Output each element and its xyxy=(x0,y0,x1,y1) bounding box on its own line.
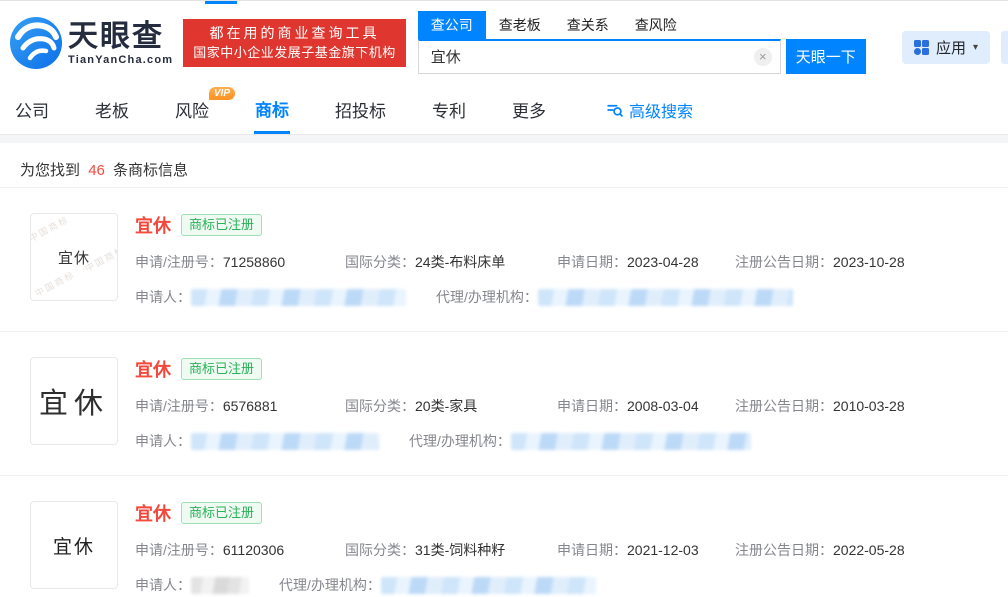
applicant-label: 申请人： xyxy=(135,287,191,307)
pub-date-label: 注册公告日期： xyxy=(735,398,833,414)
reg-no-value: 61120306 xyxy=(223,542,284,558)
trademark-name[interactable]: 宜休 xyxy=(135,356,171,382)
intl-class-label: 国际分类： xyxy=(345,398,415,414)
agency-label: 代理/办理机构： xyxy=(279,575,381,595)
apply-date-label: 申请日期： xyxy=(557,254,627,270)
search-tab-company[interactable]: 查公司 xyxy=(418,11,486,39)
results-summary: 为您找到 46 条商标信息 xyxy=(0,143,1008,187)
trademark-name[interactable]: 宜休 xyxy=(135,212,171,238)
search-tab-boss[interactable]: 查老板 xyxy=(486,11,554,39)
apply-date-value: 2023-04-28 xyxy=(627,254,699,270)
promo-line2: 国家中小企业发展子基金旗下机构 xyxy=(193,43,396,62)
search-module: 查公司 查老板 查关系 查风险 × 天眼一下 xyxy=(418,13,866,74)
pub-date-label: 注册公告日期： xyxy=(735,254,833,270)
nav-tab-risk[interactable]: 风险 VIP xyxy=(174,85,210,134)
trademark-image[interactable]: 宜休 xyxy=(30,501,118,589)
intl-class-label: 国际分类： xyxy=(345,542,415,558)
pub-date-value: 2010-03-28 xyxy=(833,398,905,414)
summary-suffix: 条商标信息 xyxy=(113,162,188,179)
apply-date-value: 2008-03-04 xyxy=(627,398,699,414)
advanced-search-icon xyxy=(606,101,623,118)
applicant-label: 申请人： xyxy=(135,575,191,595)
trademark-image[interactable]: 中国商标 中国商标 中国商标 宜休 xyxy=(30,213,118,301)
redacted-agency xyxy=(538,289,793,306)
agency-label: 代理/办理机构： xyxy=(436,287,538,307)
intl-class-value: 31类-饲料种籽 xyxy=(415,542,505,558)
nav-tab-trademark[interactable]: 商标 xyxy=(254,85,290,134)
redacted-applicant xyxy=(191,577,249,594)
top-accent-bar xyxy=(205,1,237,4)
search-tab-risk[interactable]: 查风险 xyxy=(622,11,690,39)
tianyancha-logo-icon xyxy=(10,17,62,69)
nav-tabs: 公司 老板 风险 VIP 商标 招投标 专利 更多 高级搜索 xyxy=(0,85,1008,135)
intl-class-label: 国际分类： xyxy=(345,254,415,270)
trademark-image-text: 宜休 xyxy=(39,380,109,422)
status-badge: 商标已注册 xyxy=(181,214,262,236)
search-tabs: 查公司 查老板 查关系 查风险 xyxy=(418,13,866,39)
watermark-text: 中国商标 xyxy=(30,213,71,245)
status-badge: 商标已注册 xyxy=(181,358,262,380)
applicant-label: 申请人： xyxy=(135,431,191,451)
redacted-agency xyxy=(381,577,596,594)
chevron-down-icon: ▾ xyxy=(973,42,978,53)
redacted-agency xyxy=(511,433,751,450)
trademark-image[interactable]: 宜休 xyxy=(30,357,118,445)
results-count: 46 xyxy=(88,162,105,179)
intl-class-value: 20类-家具 xyxy=(415,398,477,414)
watermark-text: 中国商标 xyxy=(33,267,78,299)
trademark-name[interactable]: 宜休 xyxy=(135,500,171,526)
nav-tab-more[interactable]: 更多 xyxy=(511,85,547,134)
apps-button-label: 应用 xyxy=(936,37,966,58)
nav-tab-company[interactable]: 公司 xyxy=(14,85,50,134)
nav-tab-bidding[interactable]: 招投标 xyxy=(334,85,387,134)
search-input[interactable] xyxy=(419,41,780,73)
header: 天眼查 TianYanCha.com 都在用的商业查询工具 国家中小企业发展子基… xyxy=(0,1,1008,85)
trademark-image-text: 宜休 xyxy=(53,532,95,559)
page: 天眼查 TianYanCha.com 都在用的商业查询工具 国家中小企业发展子基… xyxy=(0,0,1008,597)
trademark-card: 宜休 宜休 商标已注册 申请/注册号：6576881 国际分类：20类-家具 申… xyxy=(0,332,1008,476)
reg-no-label: 申请/注册号： xyxy=(135,398,223,414)
apps-grid-icon xyxy=(914,40,929,55)
nav-tab-boss[interactable]: 老板 xyxy=(94,85,130,134)
vip-badge: VIP xyxy=(209,87,235,100)
apply-date-label: 申请日期： xyxy=(557,542,627,558)
logo-title: 天眼查 xyxy=(68,21,173,53)
apply-date-label: 申请日期： xyxy=(557,398,627,414)
redacted-applicant xyxy=(191,289,406,306)
trademark-card: 中国商标 中国商标 中国商标 宜休 宜休 商标已注册 申请/注册号：712588… xyxy=(0,188,1008,332)
apps-button[interactable]: 应用 ▾ xyxy=(902,31,990,64)
search-button[interactable]: 天眼一下 xyxy=(786,39,866,74)
section-separator xyxy=(0,135,1008,143)
pub-date-value: 2022-05-28 xyxy=(833,542,905,558)
reg-no-label: 申请/注册号： xyxy=(135,542,223,558)
agency-label: 代理/办理机构： xyxy=(409,431,511,451)
reg-no-value: 71258860 xyxy=(223,254,285,270)
promo-line1: 都在用的商业查询工具 xyxy=(193,24,396,43)
promo-banner: 都在用的商业查询工具 国家中小企业发展子基金旗下机构 xyxy=(183,19,406,67)
search-tab-relation[interactable]: 查关系 xyxy=(554,11,622,39)
nav-tab-patent[interactable]: 专利 xyxy=(431,85,467,134)
logo-subtitle: TianYanCha.com xyxy=(68,54,173,66)
pub-date-value: 2023-10-28 xyxy=(833,254,905,270)
pub-date-label: 注册公告日期： xyxy=(735,542,833,558)
cutoff-button[interactable] xyxy=(1001,31,1008,64)
apply-date-value: 2021-12-03 xyxy=(627,542,699,558)
advanced-search-link[interactable]: 高级搜索 xyxy=(605,85,694,134)
results: 为您找到 46 条商标信息 中国商标 中国商标 中国商标 宜休 宜休 商标已注册… xyxy=(0,143,1008,597)
reg-no-label: 申请/注册号： xyxy=(135,254,223,270)
status-badge: 商标已注册 xyxy=(181,502,262,524)
redacted-applicant xyxy=(191,433,379,450)
logo[interactable]: 天眼查 TianYanCha.com xyxy=(10,17,173,69)
trademark-card: 宜休 宜休 商标已注册 申请/注册号：61120306 国际分类：31类-饲料种… xyxy=(0,476,1008,597)
intl-class-value: 24类-布料床单 xyxy=(415,254,505,270)
summary-prefix: 为您找到 xyxy=(20,162,80,179)
clear-icon[interactable]: × xyxy=(754,48,772,66)
reg-no-value: 6576881 xyxy=(223,398,278,414)
